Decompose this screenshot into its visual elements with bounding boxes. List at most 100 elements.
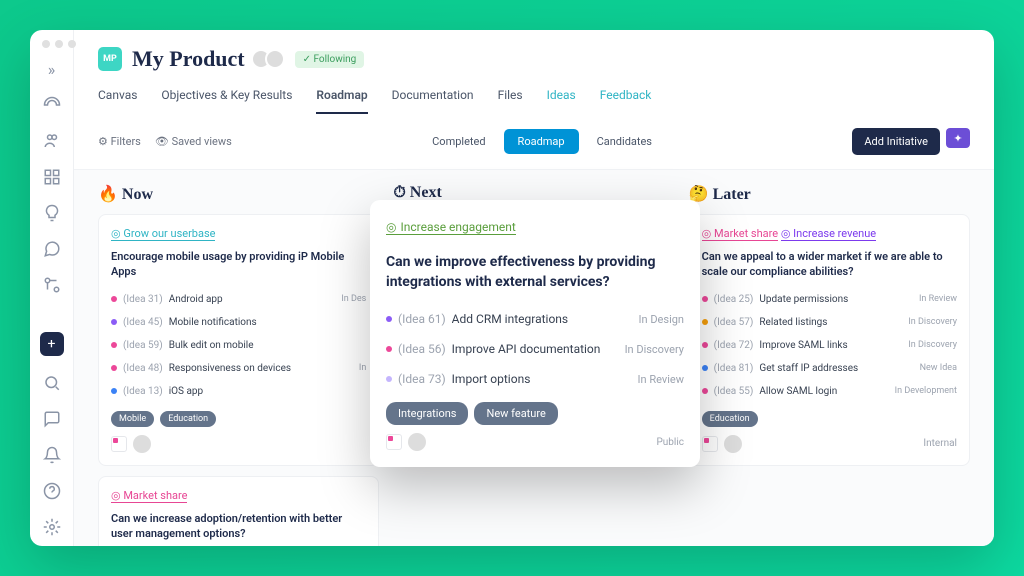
tab-roadmap[interactable]: Roadmap [316,88,367,114]
idea-name: Responsiveness on devices [169,363,291,374]
status-dot [111,388,117,394]
idea-status: In Discovery [908,340,957,350]
idea-name: Allow SAML login [759,386,837,397]
tabs: Canvas Objectives & Key Results Roadmap … [98,88,970,114]
grid-icon[interactable] [43,168,61,186]
idea-row[interactable]: (Idea 55) Allow SAML login In Developmen… [702,380,957,403]
col-title-later: 🤔 Later [689,184,970,204]
idea-name: iOS app [169,386,203,397]
dashboard-icon[interactable] [43,96,61,114]
idea-row[interactable]: (Idea 59) Bulk edit on mobile [111,334,366,357]
idea-row[interactable]: (Idea 25) Update permissions In Review [702,288,957,311]
initiative-modal: ◎ Increase engagement Can we improve eff… [370,200,700,467]
page-title: My Product [132,46,245,72]
idea-name: Improve API documentation [452,342,601,356]
card-question: Encourage mobile usage by providing iP M… [111,249,366,280]
pill-candidates[interactable]: Candidates [583,129,666,154]
okr-link[interactable]: ◎ Market share [702,227,778,241]
idea-id: (Idea 57) [714,317,754,328]
idea-row[interactable]: (Idea 48) Responsiveness on devices In [111,357,366,380]
idea-status: In Development [895,386,957,396]
status-dot [111,319,117,325]
initiative-card[interactable]: ◎ Market share ◎ Increase revenue Can we… [689,214,970,466]
tab-files[interactable]: Files [498,88,523,114]
idea-status: In Des [341,294,366,304]
saved-views-button[interactable]: 👁 Saved views [155,135,232,148]
gear-icon[interactable] [43,518,61,536]
tab-okr[interactable]: Objectives & Key Results [161,88,292,114]
tab-canvas[interactable]: Canvas [98,88,137,114]
status-dot [111,342,117,348]
idea-icon[interactable] [43,204,61,222]
idea-id: (Idea 55) [714,386,754,397]
message-icon[interactable] [43,410,61,428]
idea-id: (Idea 59) [123,340,163,351]
idea-row[interactable]: (Idea 13) iOS app [111,380,366,403]
following-badge[interactable]: ✓ Following [295,51,365,68]
idea-row[interactable]: (Idea 56) Improve API documentation In D… [386,334,684,364]
idea-row[interactable]: (Idea 45) Mobile notifications [111,311,366,334]
tag[interactable]: Education [160,411,216,427]
card-question: Can we increase adoption/retention with … [111,511,366,542]
avatar[interactable] [408,433,426,451]
idea-row[interactable]: (Idea 81) Get staff IP addresses New Ide… [702,357,957,380]
col-title-now: 🔥 Now [98,184,379,204]
idea-id: (Idea 61) [398,312,446,326]
idea-row[interactable]: (Idea 72) Improve SAML links In Discover… [702,334,957,357]
collapse-icon[interactable]: » [43,60,61,78]
idea-name: Related listings [759,317,827,328]
filters-button[interactable]: ⚙ Filters [98,135,141,148]
chat-icon[interactable] [43,240,61,258]
priority-icon[interactable] [111,436,127,452]
status-dot [702,319,708,325]
tab-docs[interactable]: Documentation [392,88,474,114]
idea-id: (Idea 73) [398,372,446,386]
idea-status: New Idea [920,363,957,373]
okr-link[interactable]: ◎ Grow our userbase [111,227,215,241]
search-icon[interactable] [43,374,61,392]
priority-icon[interactable] [386,434,402,450]
idea-status: In [359,363,366,373]
avatar[interactable] [133,435,151,453]
avatar[interactable] [724,435,742,453]
avatars[interactable] [257,49,285,69]
okr-link[interactable]: ◎ Increase revenue [781,227,876,241]
okr-link[interactable]: ◎ Market share [111,489,187,503]
tag[interactable]: New feature [474,402,557,425]
tag[interactable]: Education [702,411,758,427]
idea-row[interactable]: (Idea 61) Add CRM integrations In Design [386,304,684,334]
status-dot [702,388,708,394]
help-icon[interactable] [43,482,61,500]
initiative-card[interactable]: ◎ Grow our userbase Encourage mobile usag… [98,214,379,466]
bell-icon[interactable] [43,446,61,464]
product-logo: MP [98,47,122,71]
tab-feedback[interactable]: Feedback [600,88,652,114]
tab-ideas[interactable]: Ideas [547,88,576,114]
add-initiative-button[interactable]: Add Initiative [852,128,940,155]
idea-row[interactable]: (Idea 57) Related listings In Discovery [702,311,957,334]
idea-row[interactable]: (Idea 31) Android app In Des [111,288,366,311]
tag[interactable]: Integrations [386,402,468,425]
add-button[interactable]: + [40,332,64,356]
idea-id: (Idea 25) [714,294,754,305]
sparkle-button[interactable]: ✦ [946,128,970,148]
tag[interactable]: Mobile [111,411,154,427]
people-icon[interactable] [43,132,61,150]
idea-status: In Review [919,294,957,304]
idea-status: In Discovery [908,317,957,327]
integrations-icon[interactable] [43,276,61,294]
idea-name: Improve SAML links [759,340,847,351]
idea-id: (Idea 31) [123,294,163,305]
sidebar: » + [30,30,74,546]
status-dot [386,316,392,322]
status-dot [111,296,117,302]
priority-icon[interactable] [702,436,718,452]
initiative-card[interactable]: ◎ Market share Can we increase adoption/r… [98,476,379,546]
pill-completed[interactable]: Completed [418,129,499,154]
modal-okr[interactable]: ◎ Increase engagement [386,220,516,235]
idea-id: (Idea 56) [398,342,446,356]
pill-roadmap[interactable]: Roadmap [504,129,579,154]
idea-row[interactable]: (Idea 73) Import options In Review [386,364,684,394]
idea-id: (Idea 81) [714,363,754,374]
status-dot [386,346,392,352]
